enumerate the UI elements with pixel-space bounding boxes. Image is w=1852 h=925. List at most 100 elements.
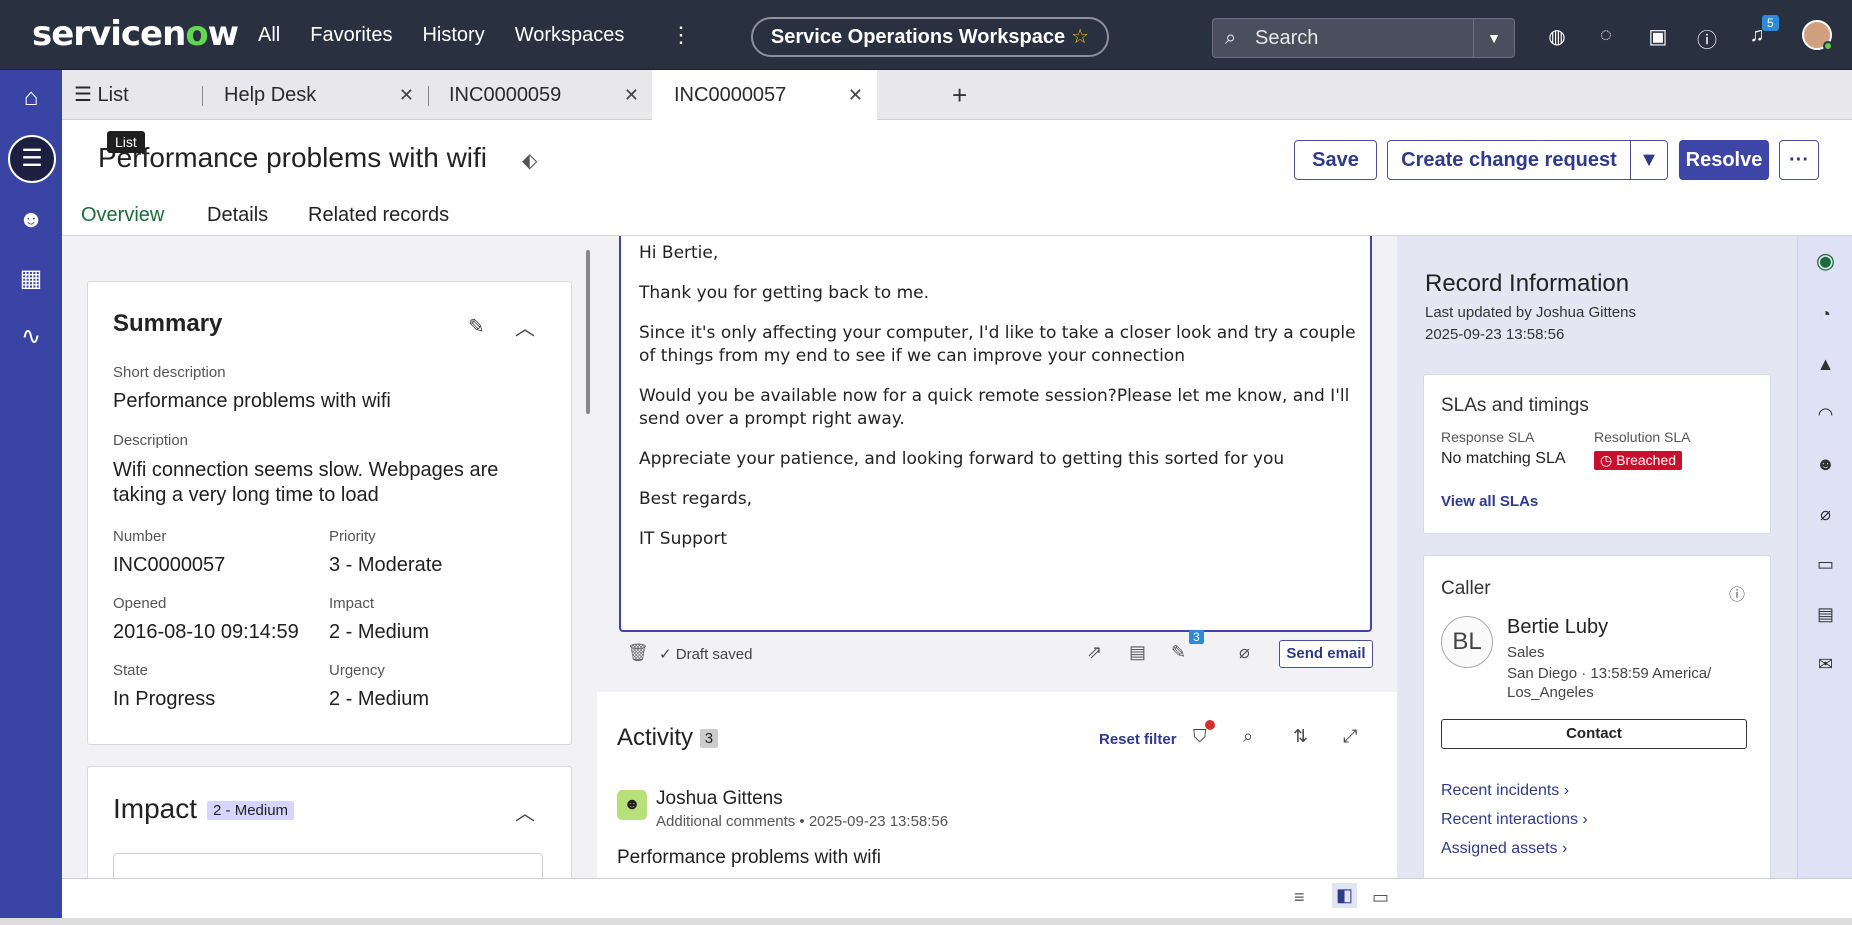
- resolve-button[interactable]: Resolve: [1679, 140, 1769, 180]
- globe-icon[interactable]: ◍: [1544, 24, 1570, 49]
- summary-title: Summary: [113, 310, 223, 337]
- check-circle-icon: ✓: [659, 646, 676, 663]
- record-info-pulse-icon[interactable]: ◉: [1798, 248, 1852, 274]
- tab-overview[interactable]: Overview: [81, 204, 186, 239]
- star-icon[interactable]: ☆: [1071, 26, 1089, 48]
- opened-value: 2016-08-10 09:14:59: [113, 621, 299, 643]
- presence-icon[interactable]: ▣: [1645, 24, 1671, 49]
- user-avatar[interactable]: [1802, 20, 1833, 51]
- search-icon[interactable]: ⌕: [1243, 726, 1253, 747]
- close-icon[interactable]: ✕: [399, 70, 414, 120]
- mail-icon[interactable]: ✉: [1798, 654, 1852, 675]
- left-panel-scrollbar[interactable]: [586, 250, 590, 414]
- create-change-dropdown[interactable]: ▼: [1630, 140, 1668, 180]
- paperclip-icon[interactable]: ⌀: [1798, 504, 1852, 525]
- top-navigation-bar: servicenow All Favorites History Workspa…: [0, 0, 1852, 70]
- state-value: In Progress: [113, 688, 216, 710]
- bell-icon[interactable]: ◔: [1798, 304, 1852, 325]
- chat-icon[interactable]: ◌: [1593, 24, 1619, 47]
- help-icon[interactable]: ⓘ: [1694, 24, 1720, 53]
- response-sla-label: Response SLA: [1441, 429, 1535, 445]
- email-composer-body[interactable]: Hi Bertie, Thank you for getting back to…: [619, 236, 1372, 632]
- page-icon[interactable]: ▤: [1798, 604, 1852, 625]
- filter-icon[interactable]: ⛉: [1193, 726, 1207, 747]
- record-info-title: Record Information: [1425, 270, 1630, 297]
- save-button[interactable]: Save: [1294, 140, 1377, 180]
- search-input[interactable]: ⌕ Search: [1212, 18, 1488, 58]
- draft-status: ✓ Draft saved: [659, 645, 752, 663]
- priority-label: Priority: [329, 528, 376, 545]
- workspace-pill[interactable]: Service Operations Workspace ☆: [751, 17, 1109, 57]
- reset-filter-link[interactable]: Reset filter: [1099, 731, 1177, 748]
- graduation-cap-icon[interactable]: ▲: [1798, 354, 1852, 375]
- tab-details[interactable]: Details: [207, 204, 268, 236]
- close-icon[interactable]: ✕: [624, 70, 639, 120]
- caller-department: Sales: [1507, 644, 1545, 661]
- composer-line: Appreciate your patience, and looking fo…: [639, 449, 1285, 469]
- tab-divider: [202, 86, 203, 106]
- more-actions-button[interactable]: ···: [1779, 140, 1819, 180]
- template-icon[interactable]: ✎: [1171, 642, 1186, 663]
- recent-incidents-link[interactable]: Recent incidents ›: [1441, 782, 1569, 800]
- more-menu-icon[interactable]: ⋮: [670, 22, 692, 48]
- horizontal-scrollbar[interactable]: [0, 918, 1852, 925]
- tab-related-records[interactable]: Related records: [308, 204, 449, 236]
- layout-split-icon[interactable]: ◧: [1332, 883, 1358, 908]
- description-value: Wifi connection seems slow. Webpages are…: [113, 459, 499, 506]
- tag-icon[interactable]: ⬖: [522, 148, 537, 173]
- search-scope-dropdown[interactable]: ▼: [1473, 18, 1515, 58]
- tab-label: INC0000057: [674, 84, 787, 106]
- send-email-button[interactable]: Send email: [1279, 640, 1373, 668]
- caller-name[interactable]: Bertie Luby: [1507, 616, 1608, 639]
- servicenow-logo[interactable]: servicenow: [32, 14, 239, 54]
- short-description-label: Short description: [113, 364, 226, 381]
- attachment-icon[interactable]: ⌀: [1239, 642, 1250, 663]
- activity-pulse-icon[interactable]: ∿: [0, 322, 62, 351]
- nav-favorites[interactable]: Favorites: [310, 24, 392, 47]
- calendar-icon[interactable]: ▦: [0, 264, 62, 293]
- create-change-request-button[interactable]: Create change request: [1387, 140, 1631, 180]
- short-description-value: Performance problems with wifi: [113, 390, 391, 412]
- sla-title: SLAs and timings: [1441, 395, 1589, 416]
- expand-icon[interactable]: ⤢: [1343, 726, 1357, 747]
- recent-interactions-link[interactable]: Recent interactions ›: [1441, 811, 1588, 829]
- knowledge-icon[interactable]: ▤: [1129, 642, 1146, 663]
- list-icon[interactable]: ☰: [8, 135, 56, 183]
- close-icon[interactable]: ✕: [848, 70, 863, 120]
- tab-help-desk[interactable]: Help Desk ✕: [224, 70, 414, 120]
- tab-list[interactable]: ☰ List: [74, 70, 194, 120]
- add-tab-icon[interactable]: +: [952, 80, 967, 111]
- document-icon[interactable]: ▭: [1798, 554, 1852, 575]
- left-rail: ⌂ ☰ ☻ ▦ ∿: [0, 70, 62, 925]
- breached-badge: ◷ Breached: [1594, 451, 1683, 470]
- nav-workspaces[interactable]: Workspaces: [515, 24, 625, 47]
- nav-all[interactable]: All: [258, 24, 280, 47]
- tab-inc0000057[interactable]: INC0000057 ✕: [652, 70, 877, 121]
- priority-value: 3 - Moderate: [329, 554, 443, 576]
- impact-value: 2 - Medium: [329, 621, 430, 643]
- popout-icon[interactable]: ⇗: [1087, 642, 1102, 663]
- activity-title: Activity 3: [617, 724, 719, 752]
- impact-card: Impact 2 - Medium ︿: [87, 766, 572, 878]
- breached-text: Breached: [1616, 452, 1677, 468]
- tab-inc0000059[interactable]: INC0000059 ✕: [449, 70, 639, 120]
- edit-icon[interactable]: ✎: [468, 314, 485, 339]
- sort-icon[interactable]: ⇅: [1293, 726, 1308, 747]
- people-icon[interactable]: ☻: [1798, 454, 1852, 475]
- info-icon[interactable]: ⓘ: [1729, 581, 1745, 605]
- nav-history[interactable]: History: [422, 24, 484, 47]
- view-all-slas-link[interactable]: View all SLAs: [1441, 493, 1538, 510]
- collapse-icon[interactable]: ︿: [515, 797, 535, 826]
- assigned-assets-link[interactable]: Assigned assets ›: [1441, 840, 1567, 858]
- layout-list-icon[interactable]: ≡: [1294, 887, 1305, 908]
- home-icon[interactable]: ⌂: [0, 84, 62, 112]
- trash-icon[interactable]: 🗑: [627, 643, 649, 663]
- collapse-icon[interactable]: ︿: [515, 312, 535, 341]
- link-text: Recent incidents: [1441, 782, 1560, 799]
- chevron-down-icon: ▼: [1639, 149, 1659, 171]
- groups-icon[interactable]: ☻: [0, 206, 62, 234]
- activity-count: 3: [699, 729, 719, 749]
- headset-icon[interactable]: ◠: [1798, 404, 1852, 425]
- layout-full-icon[interactable]: ▭: [1372, 887, 1389, 908]
- contact-button[interactable]: Contact: [1441, 719, 1747, 749]
